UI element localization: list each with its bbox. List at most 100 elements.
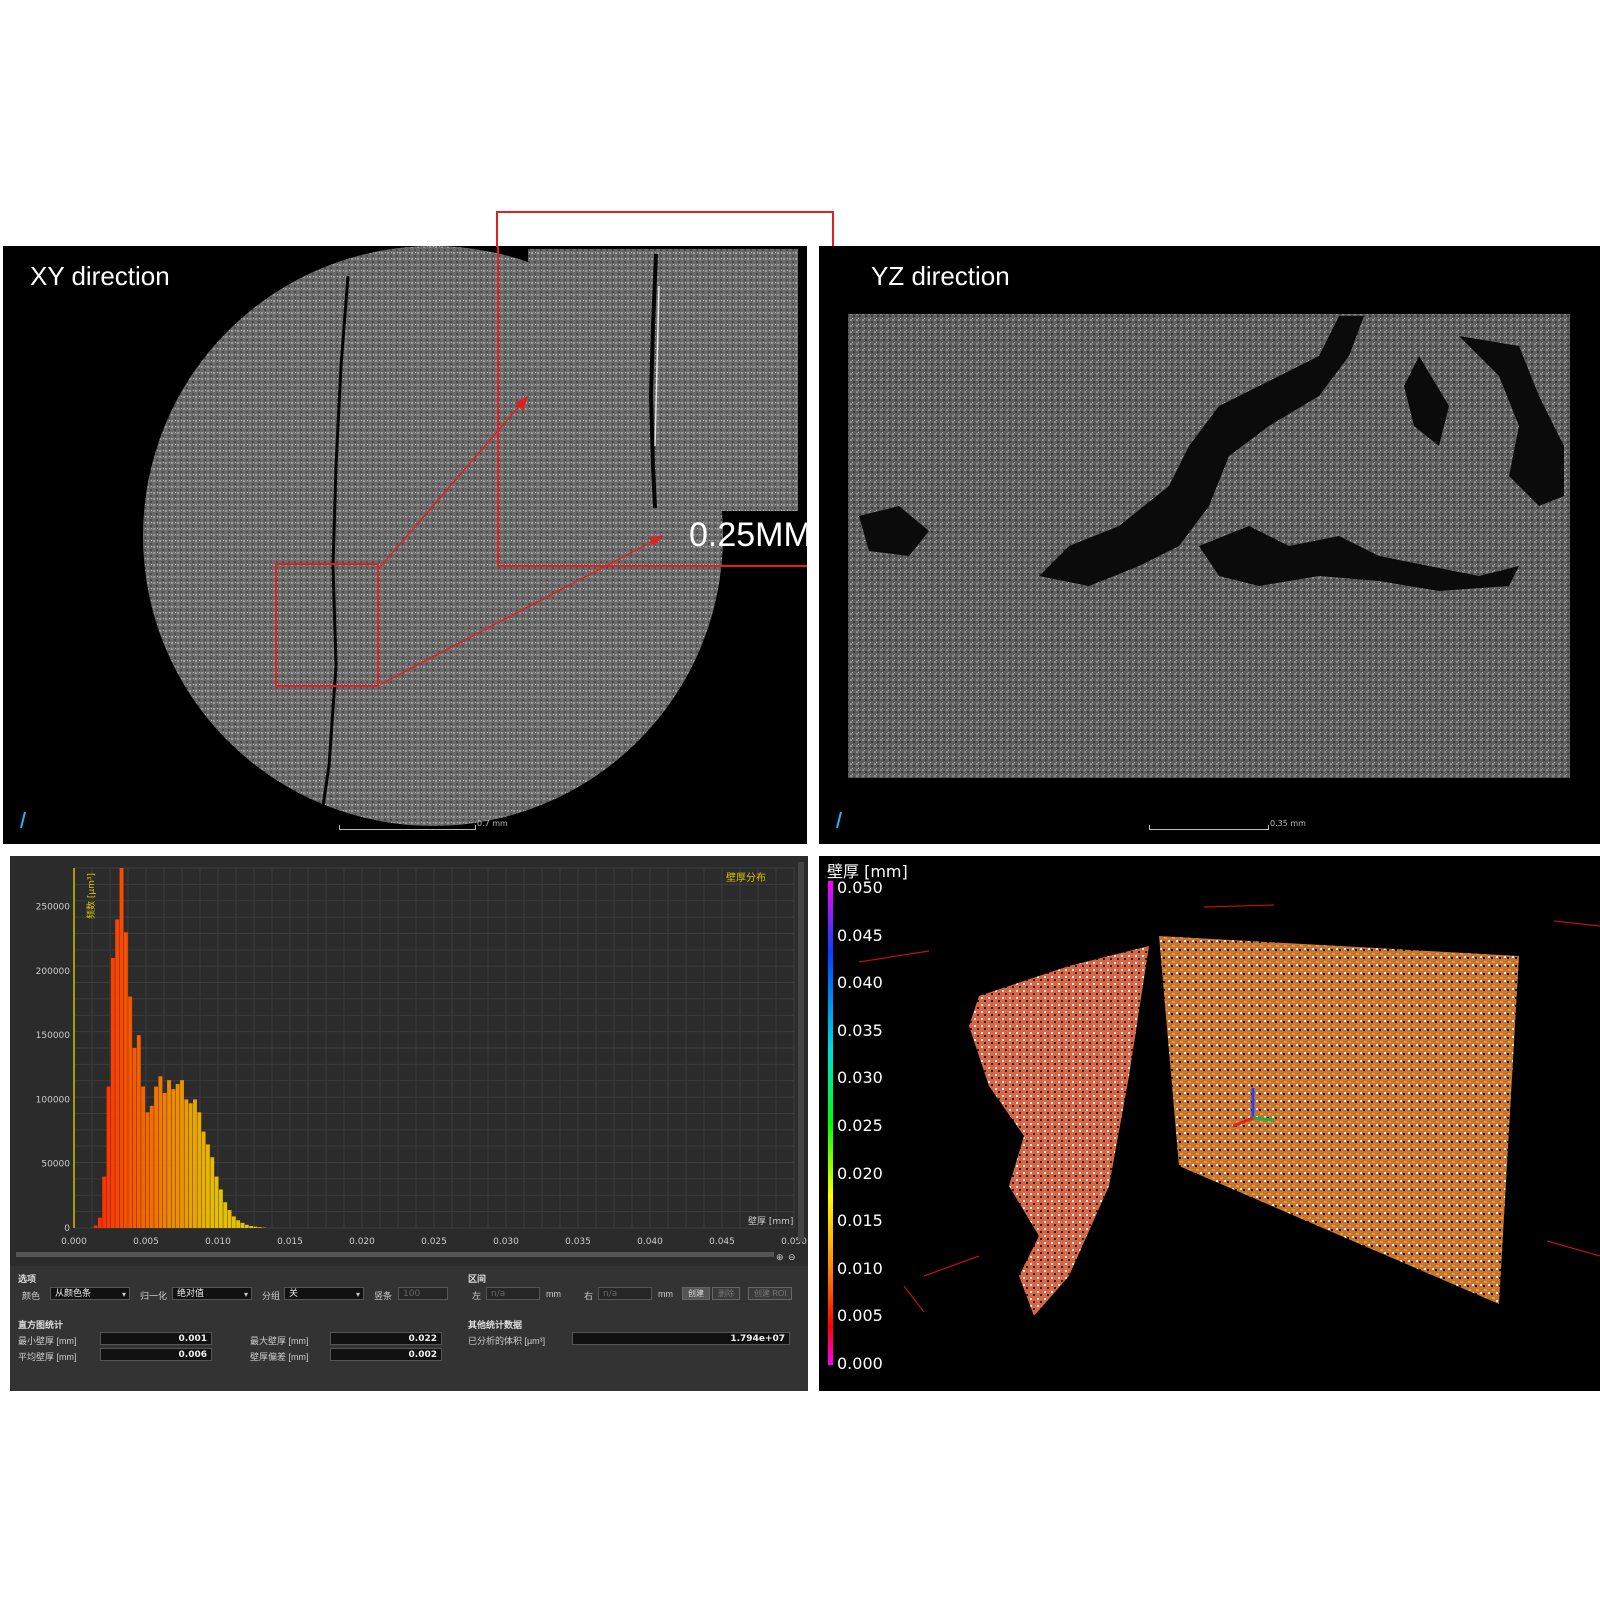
fracture-surface-secondary — [969, 946, 1149, 1316]
histogram-bar — [158, 1076, 163, 1228]
bars-stepper[interactable]: 100 — [398, 1287, 448, 1300]
histogram-bar — [119, 868, 124, 1228]
range-section-title: 区间 — [468, 1274, 487, 1284]
histogram-bar — [102, 1176, 107, 1228]
histogram-bar — [180, 1080, 184, 1228]
x-tick-label: 0.020 — [349, 1237, 375, 1247]
min-thickness-label: 最小壁厚 [mm] — [18, 1336, 77, 1346]
x-tick-label: 0.035 — [565, 1237, 591, 1247]
colorbar-tick-label: 0.050 — [837, 878, 883, 897]
y-tick-label: 150000 — [36, 1031, 71, 1041]
y-axis-icon — [1252, 1116, 1275, 1122]
histogram-vertical-scrollbar[interactable] — [798, 862, 804, 1242]
histogram-ylabel: 频数 [µm³] — [85, 873, 97, 919]
fracture-surface-main — [1159, 936, 1519, 1304]
yz-panel-title: YZ direction — [871, 261, 1010, 291]
colorbar-tick-label: 0.030 — [837, 1068, 883, 1088]
range-right-label: 右 — [584, 1291, 594, 1301]
y-tick-label: 50000 — [41, 1160, 70, 1170]
histogram-bar — [115, 919, 120, 1228]
histogram-bar — [123, 932, 128, 1228]
other-stats-title: 其他统计数据 — [468, 1320, 523, 1330]
create-roi-button[interactable]: 创建 ROI — [748, 1287, 793, 1300]
histogram-bar — [205, 1144, 210, 1228]
xy-panel-title: XY direction — [30, 261, 170, 291]
x-tick-label: 0.040 — [637, 1237, 663, 1247]
zoom-in-icon[interactable]: ⊕ — [776, 1252, 784, 1262]
colorbar-tick-label: 0.005 — [837, 1306, 883, 1326]
histogram-bar — [218, 1189, 223, 1228]
colorbar-tick-label: 0.040 — [837, 973, 883, 993]
xy-slice-view — [20, 246, 807, 829]
range-left-unit: mm — [546, 1289, 561, 1299]
histogram-xlabel: 壁厚 [mm] — [748, 1215, 793, 1227]
x-tick-label: 0.005 — [133, 1237, 159, 1247]
x-tick-label: 0.030 — [493, 1237, 519, 1247]
histogram-bar — [231, 1216, 236, 1228]
analyzed-volume-label: 已分析的体积 [µm³] — [468, 1336, 546, 1346]
analyzed-volume-value: 1.794e+07 — [572, 1332, 790, 1345]
delete-range-button[interactable]: 删除 — [712, 1287, 740, 1300]
wall-thickness-histogram-panel: 0.000 0.005 0.010 0.015 0.020 0.025 0.030 0.035… — [10, 856, 808, 1391]
histogram-bar — [136, 1035, 141, 1228]
histogram-bar — [184, 1099, 189, 1228]
histogram-bar — [145, 1112, 150, 1228]
color-label: 颜色 — [22, 1291, 41, 1301]
mean-thickness-label: 平均壁厚 [mm] — [18, 1352, 77, 1362]
histogram-bar — [175, 1084, 180, 1228]
zoom-out-icon[interactable]: ⊖ — [788, 1252, 796, 1262]
group-dropdown[interactable]: 关 — [284, 1287, 364, 1301]
range-left-input[interactable]: n/a — [486, 1287, 540, 1300]
range-left-label: 左 — [472, 1291, 482, 1301]
histogram-legend: 壁厚分布 — [726, 871, 766, 884]
zoom-scale-label: 0.25MM — [689, 516, 807, 554]
histogram-controls: 选项 颜色 从颜色条 归一化 绝对值 分组 关 竖条 100 区间 左 n/a … — [10, 1266, 808, 1391]
color-dropdown[interactable]: 从颜色条 — [50, 1287, 130, 1301]
y-tick-label: 200000 — [36, 967, 71, 977]
x-tick-label: 0.025 — [421, 1237, 447, 1247]
histogram-bar — [162, 1093, 167, 1228]
histogram-bar — [223, 1202, 228, 1228]
histogram-bar — [236, 1220, 241, 1228]
colorbar-tick-label: 0.035 — [837, 1020, 883, 1040]
histogram-bar — [154, 1086, 159, 1228]
wall-thickness-3d-view: 壁厚 [mm] 0.050 0.045 0.040 0.035 0.030 0.025 0.… — [819, 856, 1600, 1391]
histogram-bar — [227, 1210, 232, 1228]
histogram-bar — [171, 1089, 176, 1228]
normalize-dropdown[interactable]: 绝对值 — [172, 1287, 252, 1301]
group-label: 分组 — [262, 1291, 281, 1301]
range-right-input[interactable]: n/a — [598, 1287, 652, 1300]
y-tick-label: 100000 — [36, 1095, 71, 1105]
max-thickness-value: 0.022 — [330, 1332, 442, 1345]
yz-axis-indicator — [836, 811, 842, 829]
zoom-inset — [528, 249, 798, 511]
histogram-scrollbar[interactable] — [16, 1252, 774, 1257]
histogram-bar — [128, 996, 133, 1228]
volume-render[interactable] — [819, 856, 1600, 1391]
histogram-stats-title: 直方图统计 — [18, 1320, 64, 1330]
yz-slice-view — [836, 314, 1570, 829]
y-tick-label: 0 — [64, 1224, 70, 1234]
range-right-unit: mm — [658, 1289, 673, 1299]
y-tick-label: 250000 — [36, 903, 71, 913]
max-thickness-label: 最大壁厚 [mm] — [250, 1336, 309, 1346]
zoom-outline-top — [496, 211, 834, 247]
yz-direction-panel: YZ direction 0.35 mm — [819, 246, 1600, 844]
std-thickness-label: 壁厚偏差 [mm] — [250, 1352, 309, 1362]
histogram-bar — [193, 1099, 197, 1228]
xy-axis-indicator — [20, 811, 26, 829]
colorbar-tick-label: 0.010 — [837, 1258, 883, 1278]
x-tick-label: 0.045 — [709, 1237, 735, 1247]
histogram-bar — [106, 1086, 111, 1228]
histogram-bar — [97, 1217, 102, 1228]
histogram-bar — [132, 1048, 137, 1228]
options-section-title: 选项 — [18, 1274, 37, 1284]
histogram-bar — [214, 1176, 219, 1228]
mean-thickness-value: 0.006 — [100, 1348, 212, 1361]
histogram-bar — [210, 1157, 215, 1228]
histogram-bar — [197, 1112, 202, 1228]
colorbar-tick-label: 0.020 — [837, 1163, 883, 1183]
normalize-label: 归一化 — [140, 1291, 168, 1301]
create-range-button[interactable]: 创建 — [682, 1287, 710, 1300]
colorbar-tick-label: 0.025 — [837, 1116, 883, 1135]
